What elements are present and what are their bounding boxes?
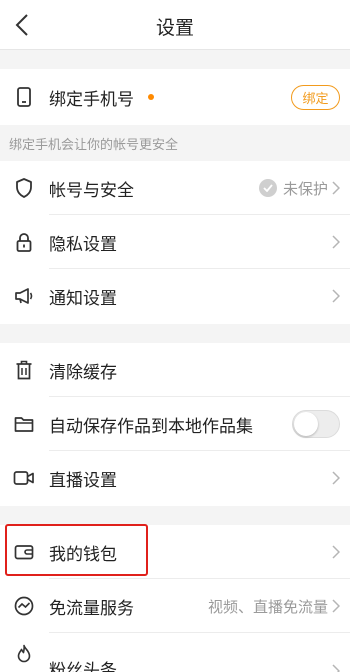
privacy-settings-row[interactable]: 隐私设置 xyxy=(0,215,350,269)
chevron-right-icon xyxy=(330,542,342,562)
data-saver-icon xyxy=(13,595,35,617)
chevron-right-icon xyxy=(330,178,342,198)
data-free-service-label: 免流量服务 xyxy=(49,598,134,619)
chevron-right-icon xyxy=(330,661,342,672)
protection-status-text: 未保护 xyxy=(282,179,328,198)
services-section: 我的钱包 免流量服务 视频、直播免流量 粉丝头条 xyxy=(0,525,350,672)
auto-save-label: 自动保存作品到本地作品集 xyxy=(49,416,253,437)
check-circle-icon xyxy=(258,179,277,197)
notification-dot xyxy=(148,94,154,100)
live-settings-row[interactable]: 直播设置 xyxy=(0,451,350,505)
storage-section: 清除缓存 自动保存作品到本地作品集 直播设置 xyxy=(0,343,350,506)
chevron-right-icon xyxy=(330,596,342,616)
account-security-label: 帐号与安全 xyxy=(49,180,134,201)
auto-save-toggle[interactable] xyxy=(292,410,340,438)
protection-status: 未保护 xyxy=(258,178,328,199)
flame-icon xyxy=(13,643,35,665)
account-security-row[interactable]: 帐号与安全 未保护 xyxy=(0,161,350,215)
chevron-right-icon xyxy=(330,232,342,252)
phone-icon xyxy=(13,86,35,108)
toggle-knob xyxy=(294,412,318,436)
bind-hint-text: 绑定手机会让你的帐号更安全 xyxy=(0,125,350,161)
wallet-label: 我的钱包 xyxy=(49,544,117,565)
chevron-right-icon xyxy=(330,468,342,488)
fan-headline-label: 粉丝头条 xyxy=(49,661,117,672)
trash-icon xyxy=(13,359,35,381)
bind-button[interactable]: 绑定 xyxy=(291,84,340,110)
clear-cache-label: 清除缓存 xyxy=(49,362,117,383)
lock-icon xyxy=(13,231,35,253)
folder-icon xyxy=(13,413,35,435)
bind-phone-row[interactable]: 绑定手机号 绑定 xyxy=(0,69,350,125)
megaphone-icon xyxy=(13,285,35,307)
bind-phone-label: 绑定手机号 xyxy=(49,89,134,110)
notification-settings-row[interactable]: 通知设置 xyxy=(0,269,350,323)
data-free-service-row[interactable]: 免流量服务 视频、直播免流量 xyxy=(0,579,350,633)
notification-settings-label: 通知设置 xyxy=(49,288,117,309)
fan-headline-row[interactable]: 粉丝头条 xyxy=(0,633,350,672)
live-settings-label: 直播设置 xyxy=(49,470,117,491)
data-free-service-value: 视频、直播免流量 xyxy=(207,597,328,616)
privacy-settings-label: 隐私设置 xyxy=(49,234,117,255)
auto-save-row: 自动保存作品到本地作品集 xyxy=(0,397,350,451)
wallet-icon xyxy=(13,541,35,563)
video-camera-icon xyxy=(13,467,35,489)
security-section: 帐号与安全 未保护 隐私设置 通知设置 xyxy=(0,161,350,324)
shield-icon xyxy=(13,177,35,199)
top-bar: 设置 xyxy=(0,0,350,50)
bind-phone-section: 绑定手机号 绑定 xyxy=(0,69,350,125)
page-title: 设置 xyxy=(155,17,194,39)
clear-cache-row[interactable]: 清除缓存 xyxy=(0,343,350,397)
wallet-row[interactable]: 我的钱包 xyxy=(0,525,350,579)
chevron-right-icon xyxy=(330,286,342,306)
